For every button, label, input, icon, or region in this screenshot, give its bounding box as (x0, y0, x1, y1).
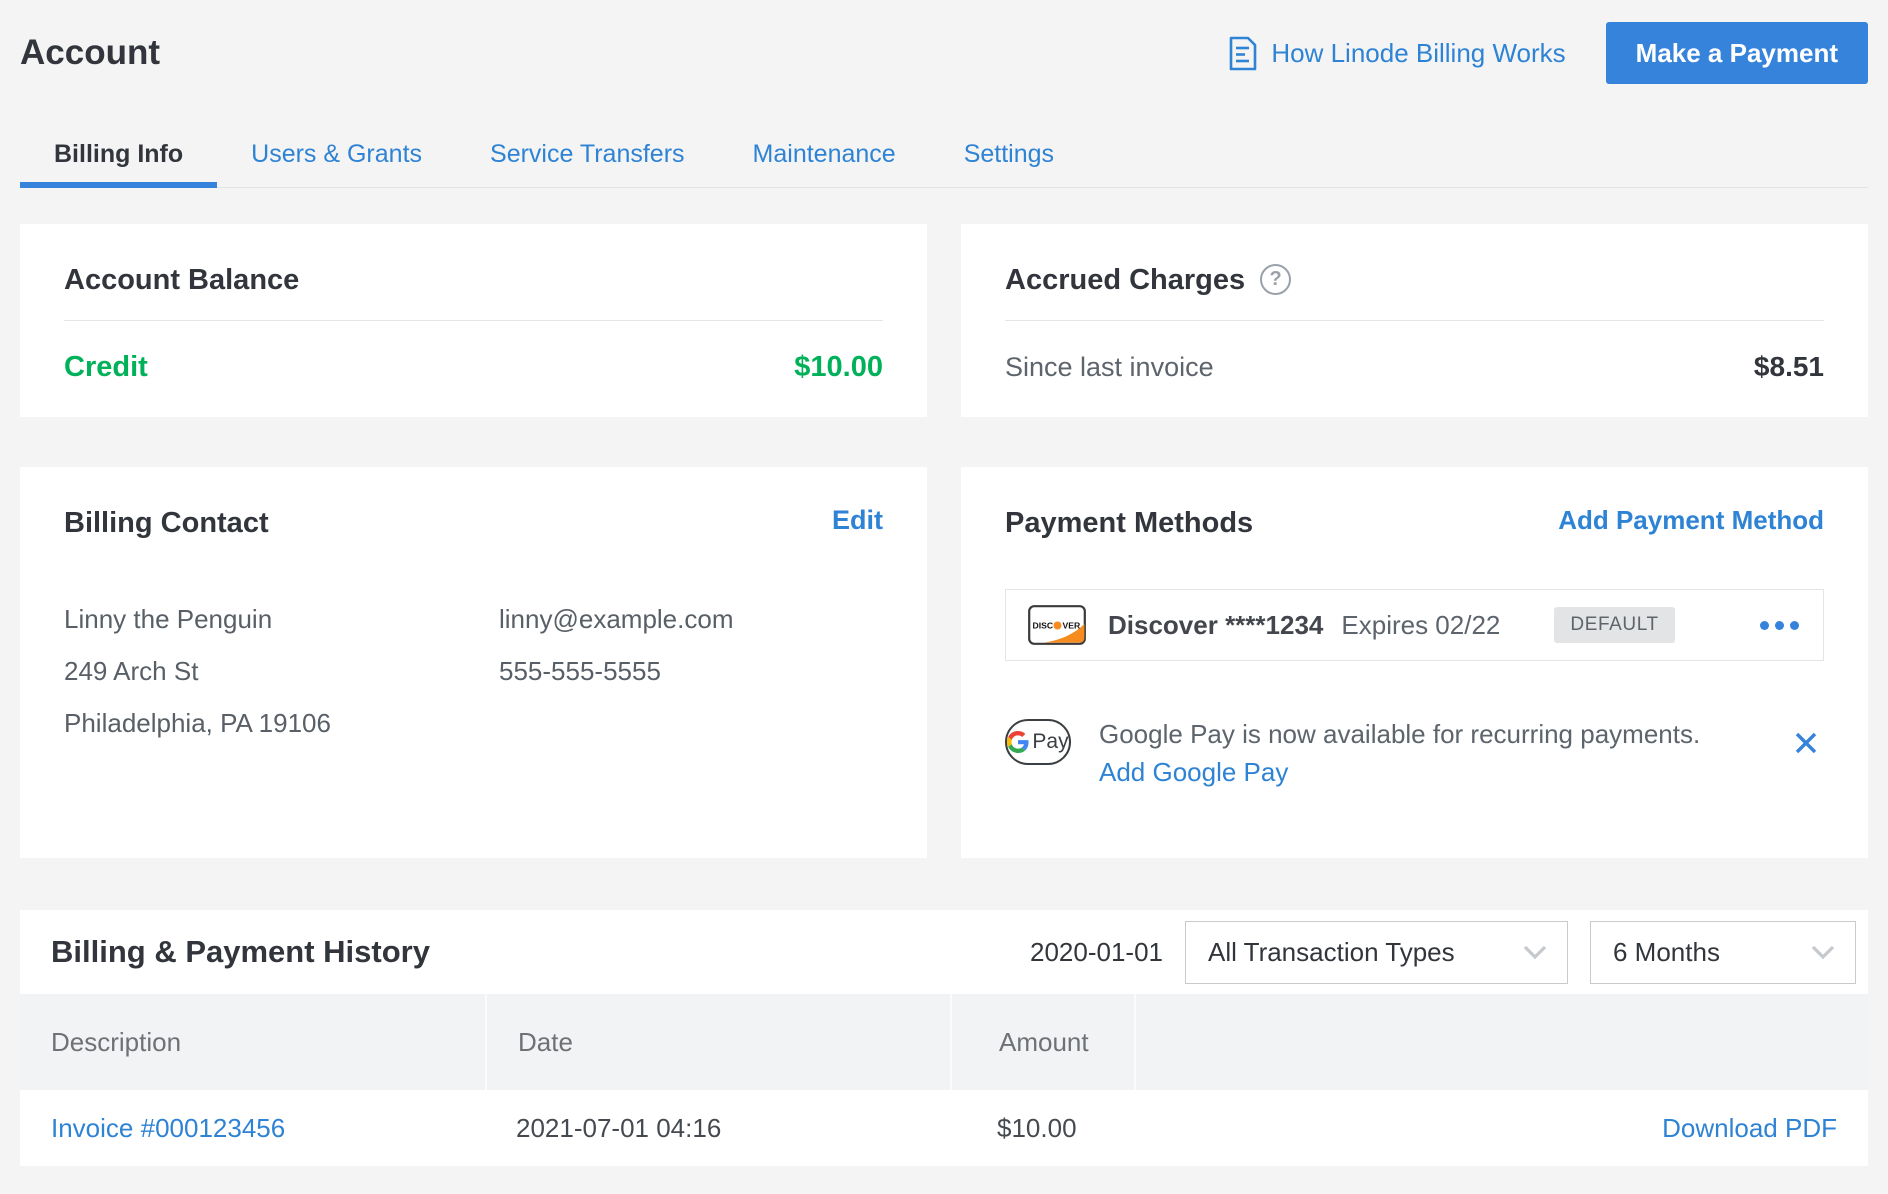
google-pay-banner: Pay Google Pay is now available for recu… (1005, 717, 1824, 788)
date-range-value: 6 Months (1613, 937, 1720, 968)
tab-users-grants[interactable]: Users & Grants (217, 126, 456, 187)
payment-methods-card: Payment Methods Add Payment Method DISC … (961, 467, 1868, 858)
balance-status-label: Credit (64, 351, 148, 384)
column-header-actions (1134, 994, 1868, 1090)
download-pdf-link[interactable]: Download PDF (1662, 1113, 1837, 1144)
invoice-link[interactable]: Invoice #000123456 (51, 1113, 285, 1143)
card-label: Discover ****1234 (1108, 610, 1323, 641)
transaction-type-select[interactable]: All Transaction Types (1185, 921, 1568, 984)
accrued-charges-label: Since last invoice (1005, 352, 1214, 383)
help-icon[interactable]: ? (1260, 264, 1291, 295)
billing-contact-title: Billing Contact (64, 505, 269, 541)
payment-methods-title: Payment Methods (1005, 505, 1253, 541)
page-header: Account How Linode Billing Works Make a … (20, 22, 1868, 84)
edit-contact-link[interactable]: Edit (832, 505, 883, 536)
card-expiry: Expires 02/22 (1341, 610, 1500, 641)
date-range-select[interactable]: 6 Months (1590, 921, 1856, 984)
header-actions: How Linode Billing Works Make a Payment (1228, 22, 1868, 84)
contact-name: Linny the Penguin (64, 593, 499, 645)
billing-docs-link[interactable]: How Linode Billing Works (1228, 35, 1565, 72)
column-header-date: Date (485, 994, 950, 1090)
detail-cards-row: Billing Contact Edit Linny the Penguin 2… (20, 467, 1868, 858)
google-g-icon (1007, 731, 1029, 753)
billing-history-title: Billing & Payment History (51, 934, 430, 970)
history-table-header: Description Date Amount (20, 994, 1868, 1090)
close-icon[interactable] (1788, 725, 1824, 766)
billing-page: Account How Linode Billing Works Make a … (0, 22, 1888, 1166)
contact-info-column: linny@example.com 555-555-5555 (499, 593, 883, 749)
add-google-pay-link[interactable]: Add Google Pay (1099, 757, 1288, 788)
svg-text:VER: VER (1063, 621, 1081, 631)
tab-service-transfers[interactable]: Service Transfers (456, 126, 719, 187)
transaction-type-value: All Transaction Types (1208, 937, 1455, 968)
billing-contact-card: Billing Contact Edit Linny the Penguin 2… (20, 467, 927, 858)
document-icon (1228, 35, 1258, 72)
summary-cards-row: Account Balance Credit $10.00 Accrued Ch… (20, 224, 1868, 417)
card-actions-menu[interactable] (1758, 615, 1801, 636)
account-balance-card: Account Balance Credit $10.00 (20, 224, 927, 417)
google-pay-logo: Pay (1005, 719, 1071, 765)
page-title: Account (20, 33, 160, 73)
contact-details: Linny the Penguin 249 Arch St Philadelph… (64, 593, 883, 749)
contact-email: linny@example.com (499, 593, 883, 645)
card-divider (1005, 320, 1824, 321)
svg-text:DISC: DISC (1033, 621, 1054, 631)
contact-address-column: Linny the Penguin 249 Arch St Philadelph… (64, 593, 499, 749)
add-payment-method-link[interactable]: Add Payment Method (1558, 505, 1824, 536)
invoice-date: 2021-07-01 04:16 (485, 1113, 950, 1144)
contact-address-line2: Philadelphia, PA 19106 (64, 697, 499, 749)
column-header-amount: Amount (950, 994, 1134, 1090)
chevron-down-icon (1811, 945, 1835, 960)
table-row: Invoice #000123456 2021-07-01 04:16 $10.… (20, 1090, 1868, 1166)
account-balance-title: Account Balance (64, 262, 299, 298)
google-pay-logo-text: Pay (1032, 730, 1068, 754)
tab-settings[interactable]: Settings (930, 126, 1088, 187)
accrued-charges-card: Accrued Charges ? Since last invoice $8.… (961, 224, 1868, 417)
tab-billing-info[interactable]: Billing Info (20, 126, 217, 188)
card-divider (64, 320, 883, 321)
billing-history-section: Billing & Payment History 2020-01-01 All… (20, 910, 1868, 1166)
discover-logo: DISC VER (1028, 605, 1086, 645)
invoice-amount: $10.00 (950, 1113, 1134, 1144)
google-pay-message: Google Pay is now available for recurrin… (1099, 717, 1700, 751)
default-badge: DEFAULT (1554, 607, 1674, 643)
tab-maintenance[interactable]: Maintenance (719, 126, 930, 187)
make-payment-button[interactable]: Make a Payment (1606, 22, 1868, 84)
billing-docs-link-label: How Linode Billing Works (1271, 38, 1565, 69)
account-tabs: Billing Info Users & Grants Service Tran… (20, 126, 1868, 188)
contact-phone: 555-555-5555 (499, 645, 883, 697)
balance-amount: $10.00 (794, 351, 883, 384)
billing-history-header: Billing & Payment History 2020-01-01 All… (20, 910, 1868, 994)
column-header-description: Description (20, 994, 485, 1090)
chevron-down-icon (1523, 945, 1547, 960)
accrued-charges-amount: $8.51 (1754, 351, 1824, 383)
payment-method-row: DISC VER Discover ****1234 Expires 02/22… (1005, 589, 1824, 661)
accrued-charges-title: Accrued Charges (1005, 262, 1245, 298)
contact-address-line1: 249 Arch St (64, 645, 499, 697)
history-start-date: 2020-01-01 (1030, 937, 1163, 968)
history-filters: 2020-01-01 All Transaction Types 6 Month… (1030, 921, 1860, 984)
